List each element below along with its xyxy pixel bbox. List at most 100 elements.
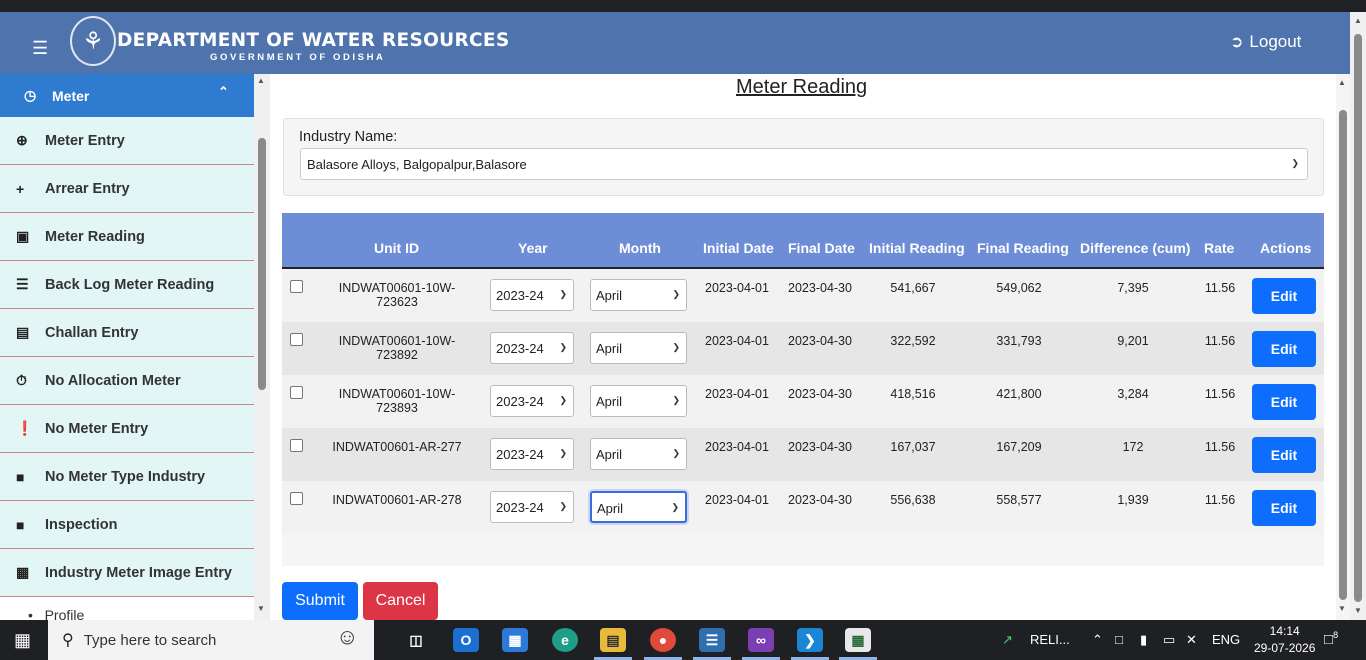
scroll-up-arrow-icon[interactable]: ▲	[1354, 16, 1362, 25]
col-final-date: Final Date	[788, 240, 855, 256]
chevron-down-icon: ❯	[672, 289, 680, 299]
sidebar-section-meter[interactable]: ◷ Meter ⌃	[0, 74, 254, 117]
file-explorer-icon[interactable]: ▤	[600, 628, 626, 652]
sidebar-item-meter-entry[interactable]: ⊕ Meter Entry	[0, 117, 254, 165]
unit-id-cell: INDWAT00601-AR-277	[332, 440, 462, 454]
sidebar-item-no-allocation-meter[interactable]: ⏱ No Allocation Meter	[0, 357, 254, 405]
sidebar-item-label: No Meter Type Industry	[45, 468, 206, 485]
year-select[interactable]: 2023-24 ❯	[490, 491, 574, 523]
vscode-icon[interactable]: ❯	[797, 628, 823, 652]
sidebar: ◷ Meter ⌃ ⊕ Meter Entry + Arrear Entry ▣ Me…	[0, 74, 254, 620]
table-row: INDWAT00601-AR-277 2023-24 ❯ April ❯ 2023-…	[282, 428, 1324, 481]
scroll-down-arrow-icon[interactable]: ▼	[1354, 606, 1362, 615]
table-row: INDWAT00601-AR-278 2023-24 ❯ April ❯ 2023-…	[282, 481, 1324, 534]
department-subtitle: GOVERNMENT OF ODISHA	[210, 52, 386, 63]
sidebar-item-challan-entry[interactable]: ▤ Challan Entry	[0, 309, 254, 357]
initial-date-cell: 2023-04-01	[705, 387, 769, 401]
year-select[interactable]: 2023-24 ❯	[490, 438, 574, 470]
scrollbar-thumb[interactable]	[258, 138, 266, 390]
month-select[interactable]: April ❯	[590, 279, 687, 311]
difference-cell: 3,284	[1117, 387, 1149, 401]
edge-browser-icon[interactable]: e	[552, 628, 578, 652]
initial-reading-cell: 418,516	[890, 387, 936, 401]
sidebar-item-arrear-entry[interactable]: + Arrear Entry	[0, 165, 254, 213]
app-window-icon[interactable]: ▦	[845, 628, 871, 652]
chevron-up-icon[interactable]: ⌃	[1092, 632, 1103, 648]
final-reading-cell: 558,577	[996, 493, 1042, 507]
taskbar-search[interactable]: ⚲ Type here to search ☺	[48, 620, 374, 660]
final-reading-cell: 167,209	[996, 440, 1042, 454]
edit-button[interactable]: Edit	[1252, 490, 1316, 526]
year-select[interactable]: 2023-24 ❯	[490, 279, 574, 311]
month-select[interactable]: April ❯	[590, 438, 687, 470]
sidebar-item-label: Profile	[44, 607, 85, 620]
taskbar-clock[interactable]: 14:14 29-07-2026	[1254, 623, 1315, 657]
table-row: INDWAT00601-10W-723623 2023-24 ❯ April ❯ 2…	[282, 269, 1324, 322]
sidebar-item-industry-meter-image-entry[interactable]: ▦ Industry Meter Image Entry	[0, 549, 254, 597]
sidebar-item-no-meter-entry[interactable]: ❗ No Meter Entry	[0, 405, 254, 453]
task-view-icon[interactable]: ◫	[403, 628, 429, 652]
scrollbar-thumb[interactable]	[1354, 34, 1362, 602]
visual-studio-icon[interactable]: ∞	[748, 628, 774, 652]
store-icon[interactable]: ▦	[502, 628, 528, 652]
volume-mute-icon[interactable]: ✕	[1186, 632, 1197, 648]
stock-chart-icon[interactable]: ↗	[1002, 632, 1013, 648]
content-scrollbar[interactable]: ▲ ▼	[1336, 74, 1350, 620]
month-select[interactable]: April ❯	[590, 491, 687, 523]
search-placeholder: Type here to search	[83, 631, 217, 649]
difference-cell: 172	[1122, 440, 1144, 454]
plus-circle-icon: ⊕	[16, 132, 28, 148]
chrome-browser-icon[interactable]: ●	[650, 628, 676, 652]
row-checkbox[interactable]	[290, 333, 303, 346]
scroll-down-arrow-icon[interactable]: ▼	[1338, 604, 1346, 613]
submit-button[interactable]: Submit	[282, 582, 358, 620]
logout-button[interactable]: ➲ Logout	[1230, 32, 1301, 52]
notification-center-icon[interactable]: □8	[1324, 630, 1338, 648]
scrollbar-thumb[interactable]	[1339, 110, 1347, 600]
logout-label: Logout	[1249, 32, 1302, 51]
sidebar-item-back-log-meter-reading[interactable]: ☰ Back Log Meter Reading	[0, 261, 254, 309]
sidebar-item-meter-reading[interactable]: ▣ Meter Reading	[0, 213, 254, 261]
briefcase-icon: ■	[16, 468, 25, 485]
tray-app-label[interactable]: RELI...	[1030, 632, 1070, 647]
year-select[interactable]: 2023-24 ❯	[490, 385, 574, 417]
app-icon[interactable]: ☰	[699, 628, 725, 652]
industry-name-select[interactable]: Balasore Alloys, Balgopalpur,Balasore ❯	[300, 148, 1308, 180]
year-select[interactable]: 2023-24 ❯	[490, 332, 574, 364]
scroll-down-arrow-icon[interactable]: ▼	[257, 604, 265, 613]
scroll-up-arrow-icon[interactable]: ▲	[257, 76, 265, 85]
final-reading-cell: 421,800	[996, 387, 1042, 401]
cancel-button[interactable]: Cancel	[363, 582, 438, 620]
row-checkbox[interactable]	[290, 439, 303, 452]
edit-button[interactable]: Edit	[1252, 437, 1316, 473]
row-checkbox[interactable]	[290, 386, 303, 399]
edit-button[interactable]: Edit	[1252, 384, 1316, 420]
chevron-up-icon[interactable]: ⌃	[218, 84, 229, 100]
sidebar-item-label: Industry Meter Image Entry	[45, 564, 232, 581]
sidebar-item-label: Arrear Entry	[45, 180, 130, 197]
sidebar-item-inspection[interactable]: ■ Inspection	[0, 501, 254, 549]
sidebar-item-profile[interactable]: • Profile	[0, 597, 254, 620]
sidebar-item-label: Challan Entry	[45, 324, 139, 341]
month-value: April	[597, 501, 624, 516]
edit-button[interactable]: Edit	[1252, 331, 1316, 367]
outlook-icon[interactable]: O	[453, 628, 479, 652]
row-checkbox[interactable]	[290, 492, 303, 505]
month-select[interactable]: April ❯	[590, 385, 687, 417]
language-indicator[interactable]: ENG	[1212, 632, 1240, 647]
sidebar-item-no-meter-type-industry[interactable]: ■ No Meter Type Industry	[0, 453, 254, 501]
edit-button[interactable]: Edit	[1252, 278, 1316, 314]
search-card-icon: ▣	[16, 228, 30, 244]
battery-icon[interactable]: ▮	[1140, 632, 1147, 648]
hamburger-menu-icon[interactable]: ☰	[32, 38, 48, 59]
row-checkbox[interactable]	[290, 280, 303, 293]
windows-start-icon[interactable]: ▦	[14, 630, 31, 651]
month-select[interactable]: April ❯	[590, 332, 687, 364]
window-scrollbar[interactable]: ▲ ▼	[1350, 12, 1366, 620]
month-value: April	[596, 341, 623, 356]
meet-icon[interactable]: □	[1115, 632, 1123, 647]
network-icon[interactable]: ▭	[1163, 632, 1175, 648]
scroll-up-arrow-icon[interactable]: ▲	[1338, 78, 1346, 87]
final-date-cell: 2023-04-30	[788, 334, 852, 348]
sidebar-scrollbar[interactable]: ▲ ▼	[254, 74, 270, 620]
